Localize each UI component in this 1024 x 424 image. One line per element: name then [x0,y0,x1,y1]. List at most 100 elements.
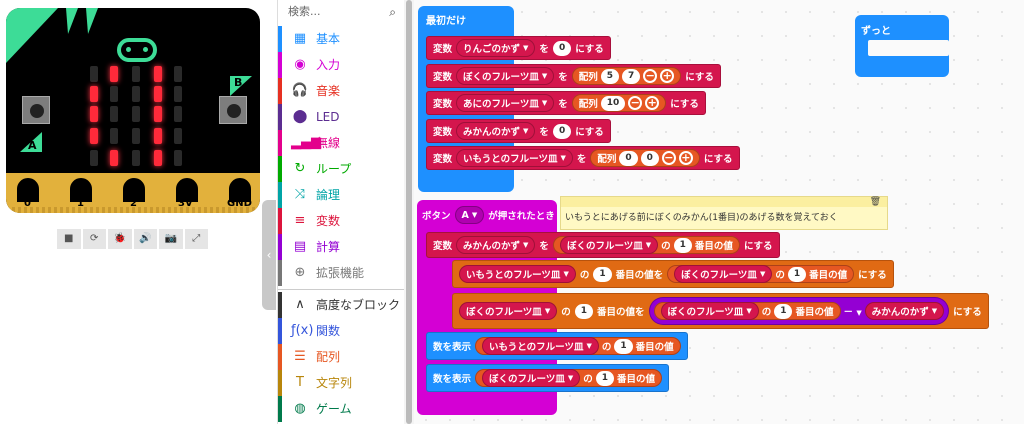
stop-icon[interactable]: ■ [57,229,81,249]
array-dropdown[interactable]: ぼくのフルーツ皿 ▼ [482,369,581,387]
array-value-input[interactable]: 5 [600,68,620,84]
led-pixel [154,150,162,166]
category-array[interactable]: ☰ 配列 [278,344,405,370]
category-label: 高度なブロック [316,298,401,312]
comment-bubble[interactable]: いもうとにあげる前にぼくのみかん(1番目)のあげる数を覚えておく 🗑 [560,196,888,230]
toolbox-scrollbar[interactable] [404,0,414,424]
index-input[interactable]: 1 [595,370,614,386]
add-icon[interactable]: + [645,96,660,110]
set-array-block[interactable]: 変数 あにのフルーツ皿 ▼ を配列 10− + にする [426,91,706,115]
category-label: 基本 [316,32,341,46]
category-loop[interactable]: ↻ ループ [278,156,405,182]
show-number-block[interactable]: 数を表示 ぼくのフルーツ皿 ▼ の 1 番目の値 [426,364,670,392]
set-variable-block[interactable]: 変数 みかんのかず ▼ を ぼくのフルーツ皿 ▼ の 1 番目の値 にする [426,232,780,258]
remove-icon[interactable]: − [643,69,658,83]
index-input[interactable]: 1 [787,266,807,282]
led-pixel [132,66,140,82]
sound-icon[interactable]: 🔊 [133,229,157,249]
calculator-icon: ▤ [293,239,307,254]
create-array-reporter[interactable]: 配列 10− + [571,94,667,112]
array-get-reporter[interactable]: ぼくのフルーツ皿 ▼ の 1 番目の値 [667,265,855,283]
array-icon: ☰ [294,349,306,364]
category-function[interactable]: ƒ(x) 関数 [278,318,405,344]
array-dropdown[interactable]: ぼくのフルーツ皿 ▼ [559,236,659,254]
led-pixel [154,86,162,102]
category-list[interactable]: ≡ 変数 [278,208,405,234]
category-text[interactable]: T 文字列 [278,370,405,396]
remove-icon[interactable]: − [628,96,643,110]
create-array-reporter[interactable]: 配列 5 7− + [571,67,682,85]
array-get-reporter[interactable]: ぼくのフルーツ皿 ▼ の 1 番目の値 [653,302,841,320]
category-plus[interactable]: ⊕ 拡張機能 [278,260,405,286]
category-gamepad[interactable]: ◍ ゲーム [278,396,405,422]
variable-dropdown[interactable]: りんごのかず ▼ [456,39,536,57]
category-headphones[interactable]: 🎧 音楽 [278,78,405,104]
button-dropdown[interactable]: A ▼ [454,206,485,224]
screenshot-icon[interactable]: 📷 [159,229,183,249]
collapse-simulator-button[interactable]: ‹ [262,200,276,310]
variable-dropdown[interactable]: みかんのかず ▼ [456,236,536,254]
array-dropdown[interactable]: ぼくのフルーツ皿 ▼ [459,302,558,320]
category-radio[interactable]: ◉ 入力 [278,52,405,78]
array-value-input[interactable]: 10 [600,95,626,111]
led-pixel [110,86,118,102]
category-toggle[interactable]: ⬤ LED [278,104,405,130]
show-number-block[interactable]: 数を表示 いもうとのフルーツ皿 ▼ の 1 番目の値 [426,332,688,360]
button-b[interactable] [219,96,247,124]
toolbox-search-input[interactable]: 検索... ⌕ [284,2,404,22]
set-variable-block[interactable]: 変数 りんごのかず ▼ を 0 にする [426,36,611,60]
led-pixel [110,106,118,122]
category-signal[interactable]: ▂▄▆ 無線 [278,130,405,156]
array-get-reporter[interactable]: ぼくのフルーツ皿 ▼ の 1 番目の値 [475,369,663,387]
toolbox: 検索... ⌕ ▦ 基本 ◉ 入力 🎧 音楽 ⬤ LED ▂▄▆ 無線 ↻ ループ ⤨ 論理 ≡ 変数 ▤ 計算 ⊕… [277,0,405,424]
variable-dropdown[interactable]: ぼくのフルーツ皿 ▼ [456,67,555,85]
category-label: 変数 [316,214,341,228]
restart-icon[interactable]: ⟳ [82,229,106,249]
category-chevron-up[interactable]: ∧ 高度なブロック [278,292,405,318]
create-array-reporter[interactable]: 配列 0 0− + [590,149,700,167]
value-input[interactable]: 0 [552,123,572,139]
pin-label: 3V [178,198,193,209]
touch-logo[interactable] [117,38,157,62]
index-input[interactable]: 1 [774,303,793,319]
remove-icon[interactable]: − [661,151,676,165]
variable-dropdown[interactable]: あにのフルーツ皿 ▼ [456,94,555,112]
index-input[interactable]: 1 [593,266,612,282]
array-dropdown[interactable]: いもうとのフルーツ皿 ▼ [482,337,599,355]
variable-dropdown[interactable]: いもうとのフルーツ皿 ▼ [456,149,573,167]
array-dropdown[interactable]: ぼくのフルーツ皿 ▼ [660,302,759,320]
array-value-input[interactable]: 0 [619,150,638,166]
category-grid[interactable]: ▦ 基本 [278,26,405,52]
add-icon[interactable]: + [660,69,675,83]
array-set-block[interactable]: ぼくのフルーツ皿 ▼ の 1 番目の値を ぼくのフルーツ皿 ▼ の 1 番目の値 －… [452,293,989,329]
variable-dropdown[interactable]: みかんのかず ▼ [456,122,536,140]
led-pixel [90,86,98,102]
set-array-block[interactable]: 変数 いもうとのフルーツ皿 ▼ を配列 0 0− + にする [426,146,740,170]
array-dropdown[interactable]: いもうとのフルーツ皿 ▼ [459,265,576,283]
index-input[interactable]: 1 [673,237,692,253]
array-get-reporter[interactable]: いもうとのフルーツ皿 ▼ の 1 番目の値 [475,337,681,355]
variable-dropdown[interactable]: みかんのかず ▼ [864,302,945,320]
subtract-reporter[interactable]: ぼくのフルーツ皿 ▼ の 1 番目の値 － ▼ みかんのかず ▼ [648,297,950,325]
operator-dropdown[interactable]: － ▼ [844,304,862,318]
set-array-block[interactable]: 変数 ぼくのフルーツ皿 ▼ を配列 5 7− + にする [426,64,721,88]
set-variable-block[interactable]: 変数 みかんのかず ▼ を 0 にする [426,119,611,143]
fullscreen-icon[interactable]: ⤢ [184,229,208,249]
array-value-input[interactable]: 0 [640,150,659,166]
value-input[interactable]: 0 [552,40,572,56]
index-input[interactable]: 1 [574,303,593,319]
array-dropdown[interactable]: ぼくのフルーツ皿 ▼ [674,265,773,283]
blocks-workspace[interactable]: 最初だけ 変数 りんごのかず ▼ を 0 にする 変数 ぼくのフルーツ皿 ▼ を配列 5 7− + にする… [414,0,1024,424]
button-a[interactable] [22,96,50,124]
array-get-reporter[interactable]: ぼくのフルーツ皿 ▼ の 1 番目の値 [552,236,740,254]
category-shuffle[interactable]: ⤨ 論理 [278,182,405,208]
chevron-down-icon: ▼ [563,270,569,278]
array-value-input[interactable]: 7 [622,68,641,84]
debug-icon[interactable]: 🐞 [108,229,132,249]
array-set-block[interactable]: いもうとのフルーツ皿 ▼ の 1 番目の値を ぼくのフルーツ皿 ▼ の 1 番目の値… [452,260,894,288]
category-calculator[interactable]: ▤ 計算 [278,234,405,260]
microbit-board[interactable]: A B 0 1 2 3V GND [6,8,260,213]
add-icon[interactable]: + [678,151,693,165]
delete-comment-icon[interactable]: 🗑 [870,197,881,207]
index-input[interactable]: 1 [614,338,633,354]
